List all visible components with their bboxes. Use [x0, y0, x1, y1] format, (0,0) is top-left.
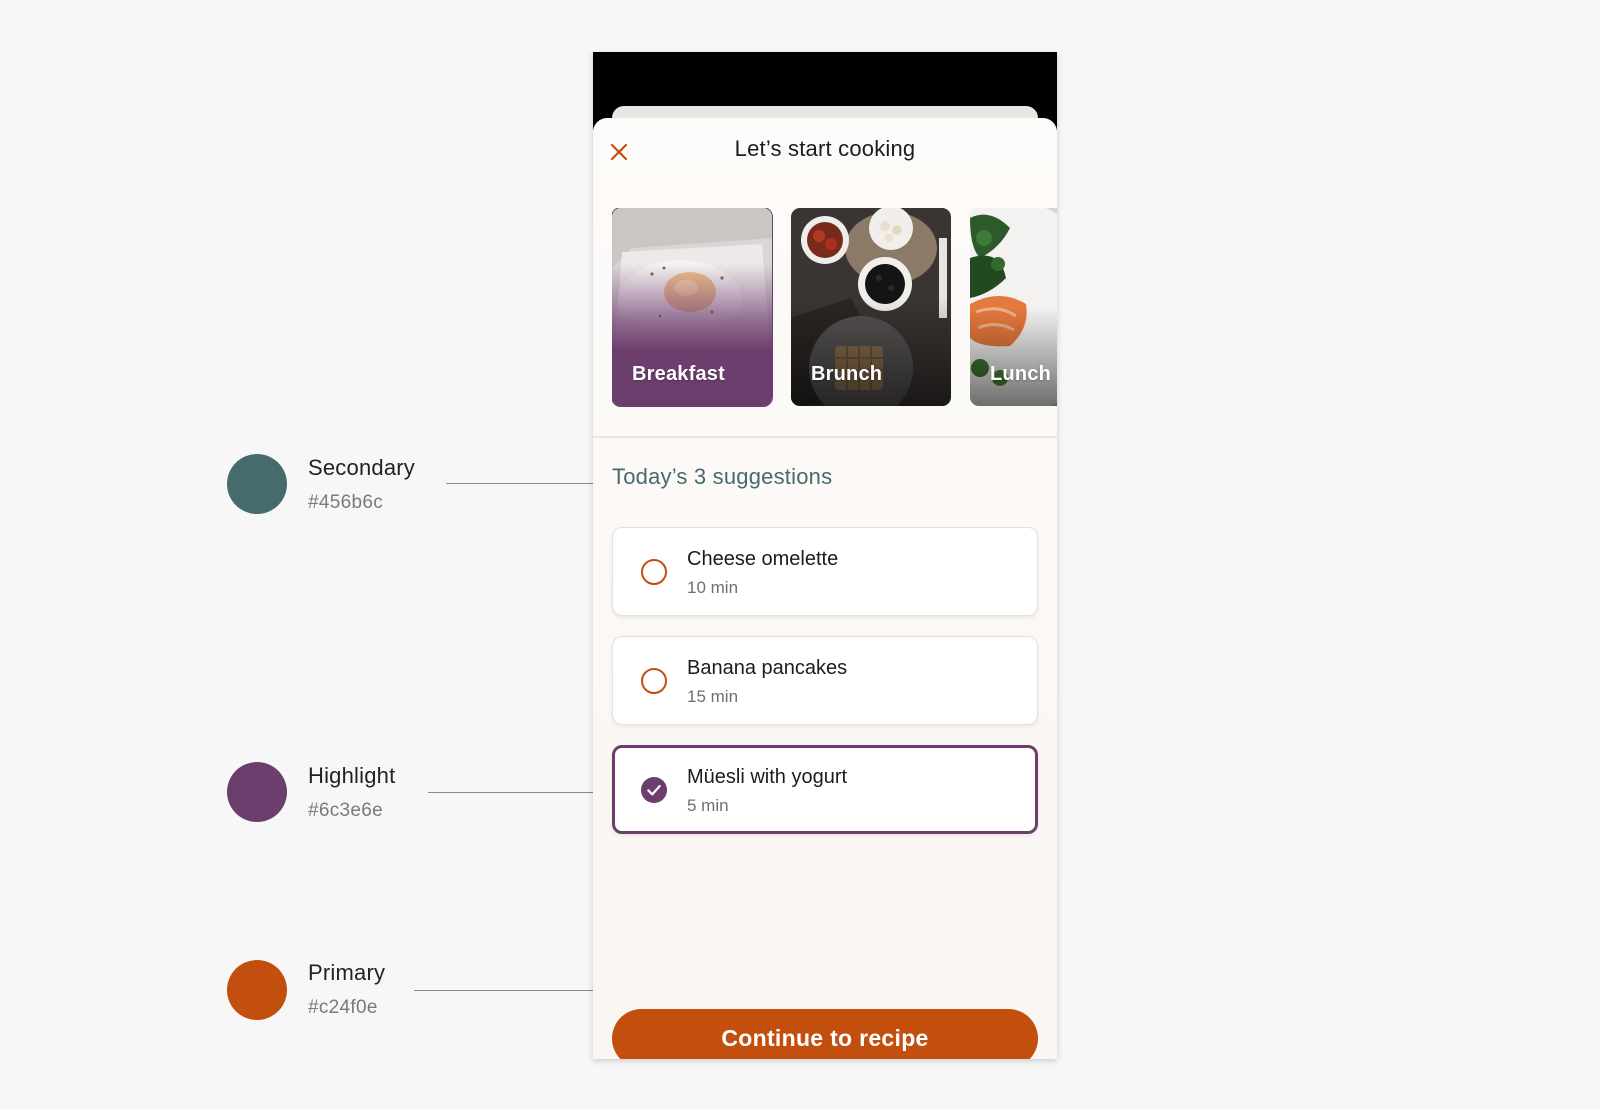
suggestion-option-muesli-with-yogurt[interactable]: Müesli with yogurt 5 min [612, 745, 1038, 834]
suggestion-option-cheese-omelette[interactable]: Cheese omelette 10 min [612, 527, 1038, 616]
suggestion-time: 15 min [687, 687, 739, 706]
category-label-breakfast: Breakfast [632, 363, 725, 385]
radio-checked-icon[interactable] [641, 777, 667, 803]
phone-mockup: Let’s start cooking Breakfast Brunch Lun… [593, 52, 1057, 1059]
suggestion-option-banana-pancakes[interactable]: Banana pancakes 15 min [612, 636, 1038, 725]
secondary-color-swatch [227, 454, 287, 514]
secondary-leader-line [446, 483, 613, 484]
secondary-color-name: Secondary [308, 455, 415, 480]
primary-color-hex: #c24f0e [308, 997, 378, 1018]
highlight-color-name: Highlight [308, 763, 396, 788]
checkmark-icon [647, 784, 661, 796]
radio-unselected-icon[interactable] [641, 668, 667, 694]
highlight-color-swatch [227, 762, 287, 822]
suggestions-heading: Today’s 3 suggestions [612, 464, 833, 489]
sheet-title: Let’s start cooking [734, 136, 916, 161]
category-label-lunch: Lunch [990, 363, 1051, 385]
category-label-brunch: Brunch [811, 363, 883, 385]
bottom-sheet: Let’s start cooking Breakfast Brunch Lun… [593, 118, 1057, 1059]
category-card-breakfast[interactable]: Breakfast [612, 208, 773, 407]
suggestion-name: Cheese omelette [687, 548, 839, 570]
primary-color-swatch [227, 960, 287, 1020]
category-card-brunch[interactable]: Brunch [791, 208, 951, 406]
suggestion-name: Müesli with yogurt [687, 766, 848, 788]
suggestion-name: Banana pancakes [687, 657, 848, 679]
primary-color-name: Primary [308, 960, 386, 985]
suggestion-time: 10 min [687, 578, 739, 597]
category-card-lunch[interactable]: Lunch [970, 208, 1057, 406]
highlight-leader-line [428, 792, 615, 793]
section-divider [593, 436, 1057, 438]
radio-unselected-icon[interactable] [641, 559, 667, 585]
continue-to-recipe-button[interactable]: Continue to recipe [612, 1009, 1038, 1059]
suggestion-time: 5 min [687, 796, 729, 815]
secondary-color-hex: #456b6c [308, 492, 384, 513]
category-carousel[interactable]: Breakfast Brunch Lunch [612, 208, 1057, 408]
highlight-color-hex: #6c3e6e [308, 800, 384, 821]
